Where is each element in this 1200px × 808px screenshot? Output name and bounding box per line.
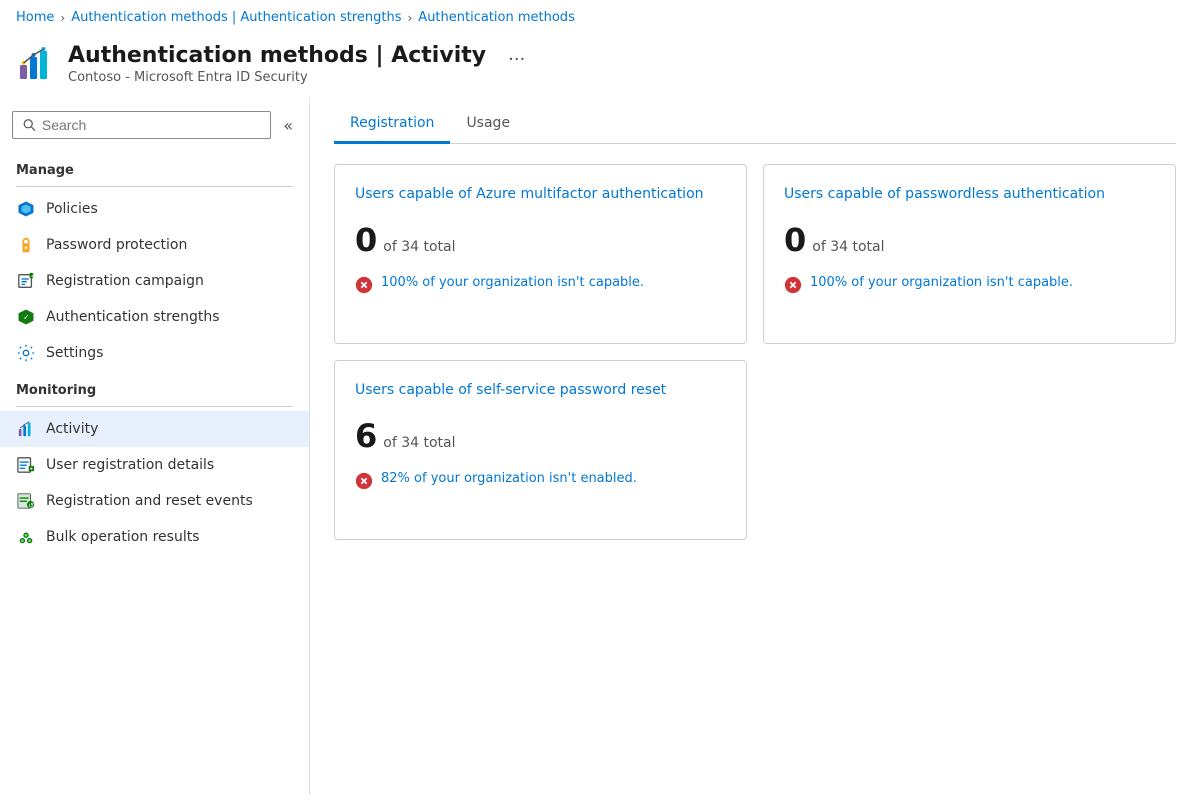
svg-text:↺: ↺ [28, 502, 33, 509]
breadcrumb-sep-2: › [407, 11, 412, 25]
breadcrumb-auth-strengths[interactable]: Authentication methods | Authentication … [71, 10, 401, 25]
sidebar-item-user-registration[interactable]: User registration details [0, 447, 309, 483]
card-passwordless-number: 0 [784, 221, 806, 259]
more-options-button[interactable]: ··· [508, 49, 525, 70]
app-icon [16, 45, 56, 85]
card-passwordless-status: 100% of your organization isn't capable. [784, 275, 1155, 294]
card-sspr-status-text: 82% of your organization isn't enabled. [381, 471, 637, 486]
svg-text:✓: ✓ [23, 313, 29, 322]
policies-label: Policies [46, 201, 98, 217]
monitoring-divider [16, 406, 293, 407]
password-protection-icon [16, 235, 36, 255]
user-registration-label: User registration details [46, 457, 214, 473]
sidebar-item-settings[interactable]: Settings [0, 335, 309, 371]
card-passwordless-status-text: 100% of your organization isn't capable. [810, 275, 1073, 290]
error-icon-sspr [355, 472, 373, 490]
card-sspr-count: 6 of 34 total [355, 417, 726, 455]
policies-icon [16, 199, 36, 219]
settings-icon [16, 343, 36, 363]
bulk-operation-icon [16, 527, 36, 547]
error-icon-mfa [355, 276, 373, 294]
breadcrumb-auth-methods[interactable]: Authentication methods [418, 10, 575, 25]
card-sspr-number: 6 [355, 417, 377, 455]
registration-reset-label: Registration and reset events [46, 493, 253, 509]
tab-usage[interactable]: Usage [450, 105, 526, 144]
card-mfa-number: 0 [355, 221, 377, 259]
card-sspr-status: 82% of your organization isn't enabled. [355, 471, 726, 490]
sidebar-item-auth-strengths[interactable]: ✓ Authentication strengths [0, 299, 309, 335]
settings-label: Settings [46, 345, 103, 361]
tab-registration[interactable]: Registration [334, 105, 450, 144]
search-row: « [0, 105, 309, 151]
error-icon-passwordless [784, 276, 802, 294]
page-header: Authentication methods | Activity Contos… [0, 35, 1200, 97]
sidebar-item-registration-campaign[interactable]: + Registration campaign [0, 263, 309, 299]
sidebar-item-registration-reset[interactable]: ↺ Registration and reset events [0, 483, 309, 519]
monitoring-section-label: Monitoring [0, 375, 309, 402]
auth-strengths-label: Authentication strengths [46, 309, 219, 325]
main-layout: « Manage Policies Password prote [0, 97, 1200, 795]
page-subtitle: Contoso - Microsoft Entra ID Security [68, 70, 486, 85]
sidebar-item-password-protection[interactable]: Password protection [0, 227, 309, 263]
card-sspr-title[interactable]: Users capable of self-service password r… [355, 381, 726, 401]
card-mfa-total: of 34 total [383, 239, 455, 255]
card-passwordless-count: 0 of 34 total [784, 221, 1155, 259]
card-mfa-status: 100% of your organization isn't capable. [355, 275, 726, 294]
search-box[interactable] [12, 111, 271, 139]
breadcrumb: Home › Authentication methods | Authenti… [0, 0, 1200, 35]
main-content: Registration Usage Users capable of Azur… [310, 97, 1200, 795]
card-passwordless: Users capable of passwordless authentica… [763, 164, 1176, 344]
activity-label: Activity [46, 421, 98, 437]
user-registration-icon [16, 455, 36, 475]
card-sspr: Users capable of self-service password r… [334, 360, 747, 540]
breadcrumb-sep-1: › [60, 11, 65, 25]
tabs-bar: Registration Usage [334, 105, 1176, 144]
card-mfa-status-text: 100% of your organization isn't capable. [381, 275, 644, 290]
manage-section-label: Manage [0, 155, 309, 182]
card-mfa-count: 0 of 34 total [355, 221, 726, 259]
svg-text:+: + [31, 273, 35, 279]
header-text: Authentication methods | Activity Contos… [68, 43, 486, 85]
sidebar: « Manage Policies Password prote [0, 97, 310, 795]
card-passwordless-title[interactable]: Users capable of passwordless authentica… [784, 185, 1155, 205]
page-title: Authentication methods | Activity [68, 43, 486, 68]
bulk-operation-label: Bulk operation results [46, 529, 200, 545]
activity-icon [16, 419, 36, 439]
breadcrumb-home[interactable]: Home [16, 10, 54, 25]
cards-grid: Users capable of Azure multifactor authe… [334, 164, 1176, 540]
collapse-sidebar-button[interactable]: « [279, 112, 297, 139]
sidebar-item-bulk-operation[interactable]: Bulk operation results [0, 519, 309, 555]
card-mfa: Users capable of Azure multifactor authe… [334, 164, 747, 344]
registration-reset-icon: ↺ [16, 491, 36, 511]
authentication-strengths-icon: ✓ [16, 307, 36, 327]
password-protection-label: Password protection [46, 237, 187, 253]
sidebar-item-activity[interactable]: Activity [0, 411, 309, 447]
search-input[interactable] [42, 117, 260, 133]
card-sspr-total: of 34 total [383, 435, 455, 451]
manage-divider [16, 186, 293, 187]
sidebar-item-policies[interactable]: Policies [0, 191, 309, 227]
search-icon [23, 118, 36, 132]
card-mfa-title[interactable]: Users capable of Azure multifactor authe… [355, 185, 726, 205]
registration-campaign-label: Registration campaign [46, 273, 204, 289]
registration-campaign-icon: + [16, 271, 36, 291]
card-passwordless-total: of 34 total [812, 239, 884, 255]
